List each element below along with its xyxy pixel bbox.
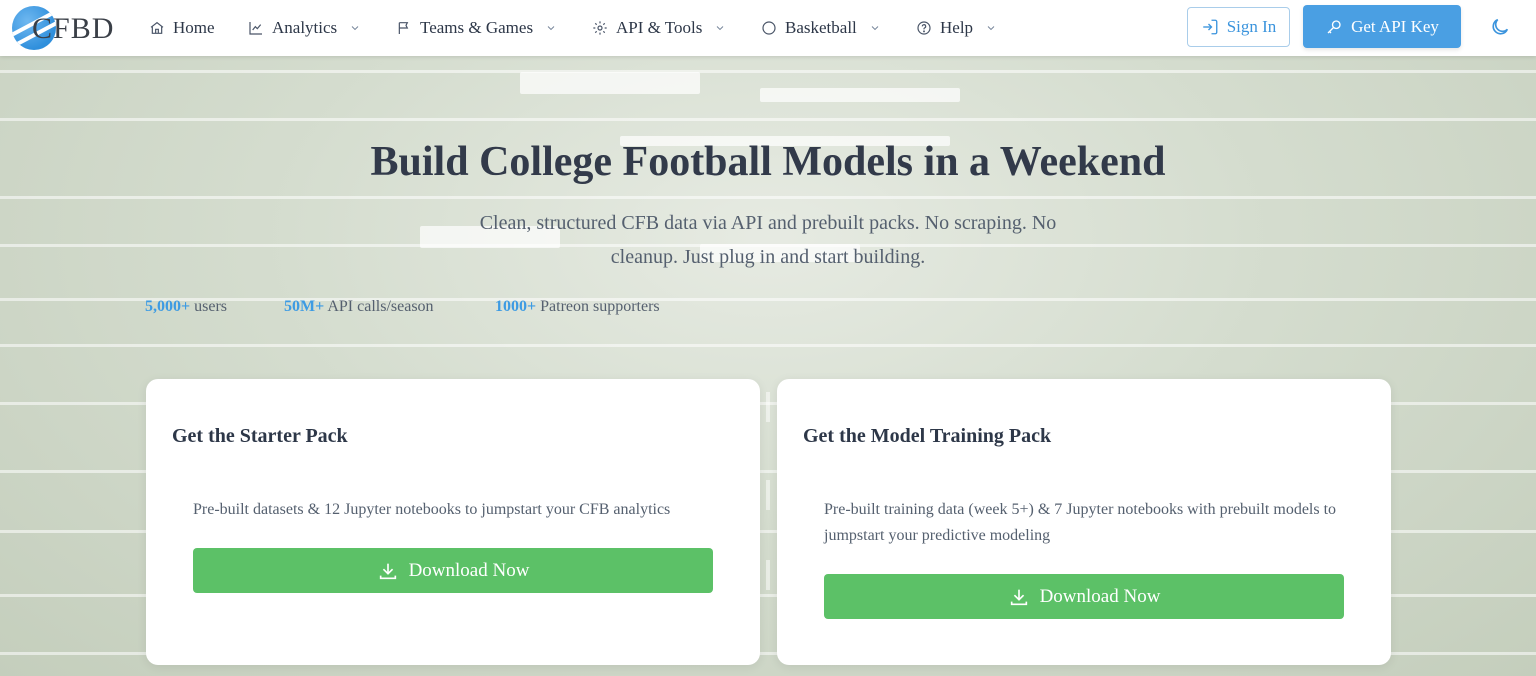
cfbd-logo[interactable]: CFBD bbox=[12, 6, 116, 50]
chart-line-icon bbox=[249, 22, 262, 35]
hero-title: Build College Football Models in a Weeke… bbox=[370, 139, 1166, 185]
model-training-pack-download-button[interactable]: Download Now bbox=[824, 574, 1344, 619]
nav-help[interactable]: Help bbox=[916, 14, 997, 42]
chevron-down-icon bbox=[717, 26, 724, 31]
stat-label: API calls/season bbox=[327, 298, 434, 315]
stat-api-calls: 50M+ API calls/season bbox=[284, 298, 434, 316]
home-icon bbox=[150, 21, 164, 34]
stat-label: Patreon supporters bbox=[540, 298, 660, 315]
stat-label: users bbox=[194, 298, 228, 315]
nav-analytics-label: Analytics bbox=[272, 18, 338, 37]
download-label: Download Now bbox=[408, 559, 530, 581]
theme-toggle[interactable] bbox=[1489, 16, 1511, 38]
hero-subtitle: Clean, structured CFB data via API and p… bbox=[479, 212, 1057, 268]
flag-icon bbox=[398, 22, 409, 34]
sign-in-button[interactable]: Sign In bbox=[1187, 7, 1290, 47]
stat-users: 5,000+ users bbox=[145, 298, 227, 316]
nav-home-label: Home bbox=[173, 18, 215, 37]
sign-in-label: Sign In bbox=[1226, 17, 1277, 36]
help-circle-icon bbox=[917, 21, 931, 35]
circle-icon bbox=[762, 21, 776, 35]
gear-icon bbox=[593, 21, 607, 35]
stat-patreon: 1000+ Patreon supporters bbox=[495, 298, 660, 316]
nav-help-label: Help bbox=[940, 18, 974, 37]
nav-home[interactable]: Home bbox=[149, 14, 215, 42]
nav-teams-games[interactable]: Teams & Games bbox=[396, 14, 557, 42]
model-training-pack-card: Get the Model Training Pack Pre-built tr… bbox=[777, 379, 1391, 665]
chevron-down-icon bbox=[547, 26, 555, 31]
starter-pack-download-button[interactable]: Download Now bbox=[193, 548, 713, 593]
nav-api-tools-label: API & Tools bbox=[616, 18, 703, 37]
download-icon bbox=[379, 563, 396, 579]
nav-api-tools[interactable]: API & Tools bbox=[592, 14, 726, 42]
key-icon bbox=[1327, 19, 1341, 33]
top-navbar: CFBD Home Analytics Teams & Games API & … bbox=[0, 0, 1536, 56]
nav-analytics[interactable]: Analytics bbox=[248, 14, 361, 42]
card-title: Get the Model Training Pack bbox=[803, 425, 1052, 447]
stat-value: 5,000+ bbox=[145, 298, 191, 315]
nav-teams-games-label: Teams & Games bbox=[420, 18, 534, 37]
starter-pack-card: Get the Starter Pack Pre-built datasets … bbox=[146, 379, 760, 665]
card-title: Get the Starter Pack bbox=[172, 425, 348, 447]
nav-basketball[interactable]: Basketball bbox=[761, 14, 881, 42]
download-icon bbox=[1010, 589, 1027, 605]
get-api-key-button[interactable]: Get API Key bbox=[1303, 5, 1461, 48]
stat-value: 1000+ bbox=[495, 298, 537, 315]
card-description: Pre-built training data (week 5+) & 7 Ju… bbox=[824, 501, 1337, 544]
download-label: Download Now bbox=[1039, 585, 1161, 607]
chevron-down-icon bbox=[351, 26, 359, 31]
nav-basketball-label: Basketball bbox=[785, 18, 857, 37]
card-description: Pre-built datasets & 12 Jupyter notebook… bbox=[193, 501, 671, 518]
stat-value: 50M+ bbox=[284, 298, 325, 315]
chevron-down-icon bbox=[871, 26, 879, 31]
moon-icon bbox=[1492, 18, 1509, 35]
sign-in-icon bbox=[1202, 19, 1218, 35]
get-api-key-label: Get API Key bbox=[1351, 16, 1439, 36]
logo-text: CFBD bbox=[32, 12, 115, 45]
chevron-down-icon bbox=[987, 26, 995, 31]
